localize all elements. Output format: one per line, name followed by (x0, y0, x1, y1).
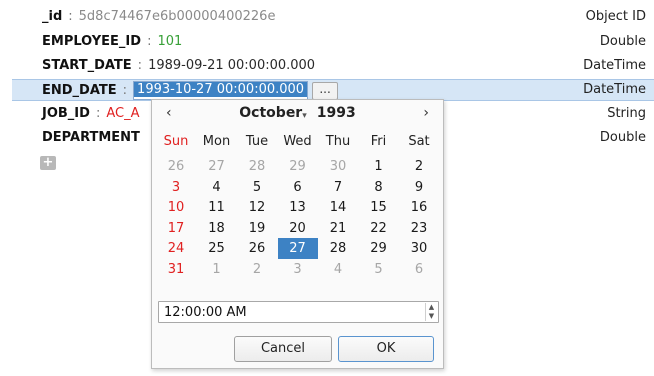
calendar-day[interactable]: 19 (237, 218, 277, 239)
weekday-label: Wed (283, 134, 312, 149)
calendar-day[interactable]: 25 (197, 238, 237, 259)
field-separator: : (122, 83, 128, 98)
calendar-day[interactable]: 3 (278, 259, 318, 280)
field-row-id-inner: _id:5d8c74467e6b00000400226e (42, 9, 275, 24)
calendar-day[interactable]: 30 (318, 156, 358, 177)
field-value[interactable]: 1989-09-21 00:00:00.000 (148, 58, 315, 73)
calendar-day-selected[interactable]: 27 (277, 238, 318, 259)
time-spinner[interactable]: ▲ ▼ (425, 303, 437, 321)
calendar-day[interactable]: 4 (318, 259, 358, 280)
calendar-day[interactable]: 21 (318, 218, 358, 239)
calendar-day[interactable]: 1 (359, 156, 399, 177)
calendar-day[interactable]: 31 (156, 259, 196, 280)
cancel-button[interactable]: Cancel (234, 336, 332, 362)
calendar-day[interactable]: 26 (156, 156, 196, 177)
calendar-day[interactable]: 13 (278, 197, 318, 218)
calendar-day[interactable]: 15 (359, 197, 399, 218)
field-key: START_DATE (42, 58, 132, 73)
field-type[interactable]: DateTime (583, 58, 646, 73)
field-value[interactable]: AC_A (106, 106, 139, 121)
calendar-day[interactable]: 11 (197, 197, 237, 218)
calendar-day[interactable]: 26 (237, 238, 277, 259)
calendar-day[interactable]: 9 (399, 177, 439, 198)
month-selector[interactable]: October (239, 105, 302, 121)
calendar-day[interactable]: 1 (197, 259, 237, 280)
field-value[interactable]: 5d8c74467e6b00000400226e (79, 9, 276, 24)
add-field-button[interactable]: + (40, 156, 56, 170)
calendar-day[interactable]: 7 (318, 177, 358, 198)
year-selector[interactable]: 1993 (317, 105, 356, 121)
calendar-day[interactable]: 16 (399, 197, 439, 218)
weekday-header: Sun Mon Tue Wed Thu Fri Sat (156, 134, 440, 154)
calendar-day[interactable]: 20 (278, 218, 318, 239)
calendar-day[interactable]: 30 (399, 238, 439, 259)
field-key: JOB_ID (42, 106, 90, 121)
date-picker-popup: ‹ October▾ 1993 › Sun Mon Tue Wed Thu Fri Sat 2… (151, 99, 444, 369)
calendar-day[interactable]: 29 (278, 156, 318, 177)
calendar-day[interactable]: 28 (318, 238, 358, 259)
field-key: EMPLOYEE_ID (42, 34, 142, 49)
calendar-day[interactable]: 27 (197, 156, 237, 177)
weekday-label: Thu (325, 134, 351, 149)
field-type[interactable]: DateTime (583, 82, 646, 97)
field-key: END_DATE (42, 83, 117, 98)
field-row-job-id-inner: JOB_ID: AC_A (42, 106, 139, 121)
calendar-day[interactable]: 2 (237, 259, 277, 280)
calendar-day[interactable]: 6 (278, 177, 318, 198)
field-type[interactable]: Double (600, 130, 646, 145)
next-month-icon[interactable]: › (423, 105, 429, 121)
date-input-field[interactable]: 1993-10-27 00:00:00.000 (133, 81, 309, 100)
calendar-day[interactable]: 5 (359, 259, 399, 280)
field-row-start-date-inner: START_DATE:1989-09-21 00:00:00.000 (42, 58, 315, 73)
field-row-department-inner: DEPARTMENT (42, 130, 140, 145)
chevron-down-icon[interactable]: ▾ (302, 111, 307, 121)
field-row-start-date[interactable]: START_DATE:1989-09-21 00:00:00.000 DateT… (12, 56, 654, 77)
weekday-label: Mon (202, 134, 231, 149)
calendar-day[interactable]: 22 (359, 218, 399, 239)
calendar-day[interactable]: 8 (359, 177, 399, 198)
field-separator: : (68, 9, 73, 24)
calendar-day[interactable]: 4 (197, 177, 237, 198)
field-separator: : (147, 34, 152, 49)
calendar-day[interactable]: 12 (237, 197, 277, 218)
weekday-label: Fri (370, 134, 387, 149)
calendar-day[interactable]: 23 (399, 218, 439, 239)
calendar-day[interactable]: 24 (156, 238, 196, 259)
calendar-day[interactable]: 28 (237, 156, 277, 177)
weekday-label: Sat (408, 134, 430, 149)
calendar-day[interactable]: 29 (359, 238, 399, 259)
calendar-day[interactable]: 14 (318, 197, 358, 218)
weekday-label: Sun (163, 134, 189, 149)
calendar-day[interactable]: 3 (156, 177, 196, 198)
field-row-employee-id-inner: EMPLOYEE_ID:101 (42, 34, 182, 49)
spinner-up-icon[interactable]: ▲ (426, 303, 437, 312)
field-value[interactable]: 101 (157, 34, 182, 49)
field-key: DEPARTMENT (42, 130, 140, 145)
calendar-day[interactable]: 5 (237, 177, 277, 198)
field-row-end-date[interactable]: END_DATE:1993-10-27 00:00:00.000... Date… (12, 79, 654, 101)
field-row-id[interactable]: _id:5d8c74467e6b00000400226e Object ID (12, 7, 654, 28)
calendar-day[interactable]: 6 (399, 259, 439, 280)
calendar-day[interactable]: 17 (156, 218, 196, 239)
time-input[interactable]: 12:00:00 AM ▲ ▼ (158, 301, 439, 323)
ellipsis-button[interactable]: ... (312, 81, 339, 100)
calendar-day[interactable]: 10 (156, 197, 196, 218)
date-input-value: 1993-10-27 00:00:00.000 (134, 82, 308, 97)
time-value: 12:00:00 AM (164, 305, 247, 320)
calendar-title: October▾ 1993 (152, 105, 443, 121)
spinner-down-icon[interactable]: ▼ (426, 312, 437, 321)
field-row-employee-id[interactable]: EMPLOYEE_ID:101 Double (12, 32, 654, 53)
ok-button[interactable]: OK (338, 336, 434, 362)
field-type[interactable]: Double (600, 34, 646, 49)
field-type[interactable]: String (607, 106, 646, 121)
field-key: _id (42, 9, 63, 24)
weekday-label: Tue (245, 134, 269, 149)
calendar-day[interactable]: 18 (197, 218, 237, 239)
field-separator: : (95, 106, 101, 121)
field-separator: : (137, 58, 143, 73)
calendar-header: ‹ October▾ 1993 › (152, 105, 443, 125)
field-row-end-date-inner: END_DATE:1993-10-27 00:00:00.000... (42, 81, 339, 100)
calendar-day[interactable]: 2 (399, 156, 439, 177)
field-type[interactable]: Object ID (586, 9, 646, 24)
